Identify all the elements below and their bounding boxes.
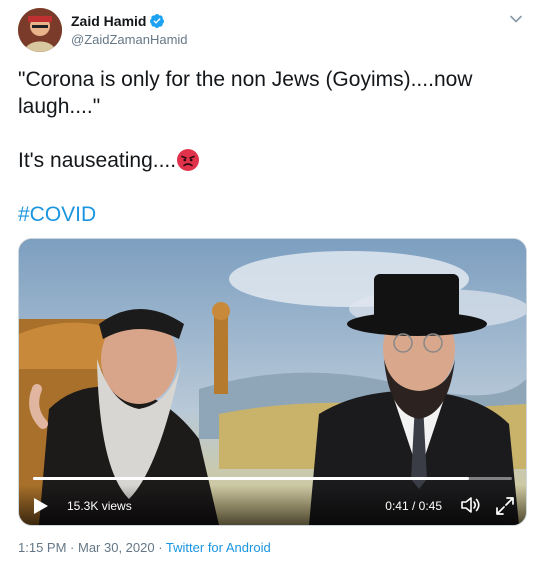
play-icon[interactable] xyxy=(33,497,49,515)
verified-badge-icon xyxy=(150,14,165,28)
video-progress-fill xyxy=(33,477,469,480)
tweet-quote: "Corona is only for the non Jews (Goyims… xyxy=(18,68,473,118)
angry-face-icon xyxy=(177,149,200,171)
tweet-card: Zaid Hamid @ZaidZamanHamid "Corona is on… xyxy=(0,0,539,564)
author-name-row[interactable]: Zaid Hamid xyxy=(71,13,165,29)
tweet-time[interactable]: 1:15 PM xyxy=(18,540,66,555)
chevron-down-icon[interactable] xyxy=(509,12,523,26)
meta-separator: · xyxy=(154,540,166,555)
tweet-comment: It's nauseating.... xyxy=(18,149,177,172)
fullscreen-icon[interactable] xyxy=(494,495,516,517)
video-progress-bar[interactable] xyxy=(33,477,512,480)
hashtag-link[interactable]: #COVID xyxy=(18,201,518,228)
tweet-comment-line: It's nauseating.... xyxy=(18,147,518,174)
video-time: 0:41 / 0:45 xyxy=(385,499,442,513)
meta-separator: · xyxy=(66,540,78,555)
avatar[interactable] xyxy=(18,8,62,52)
tweet-text: "Corona is only for the non Jews (Goyims… xyxy=(18,66,518,228)
tweet-date[interactable]: Mar 30, 2020 xyxy=(78,540,155,555)
tweet-meta: 1:15 PM · Mar 30, 2020 · Twitter for And… xyxy=(18,540,271,555)
video-frame-image xyxy=(19,239,526,525)
author-name[interactable]: Zaid Hamid xyxy=(71,13,146,29)
tweet-source-link[interactable]: Twitter for Android xyxy=(166,540,271,555)
volume-icon[interactable] xyxy=(460,495,482,515)
video-view-count: 15.3K views xyxy=(67,499,132,513)
author-handle[interactable]: @ZaidZamanHamid xyxy=(71,32,188,47)
video-player[interactable]: 15.3K views 0:41 / 0:45 xyxy=(18,238,527,526)
